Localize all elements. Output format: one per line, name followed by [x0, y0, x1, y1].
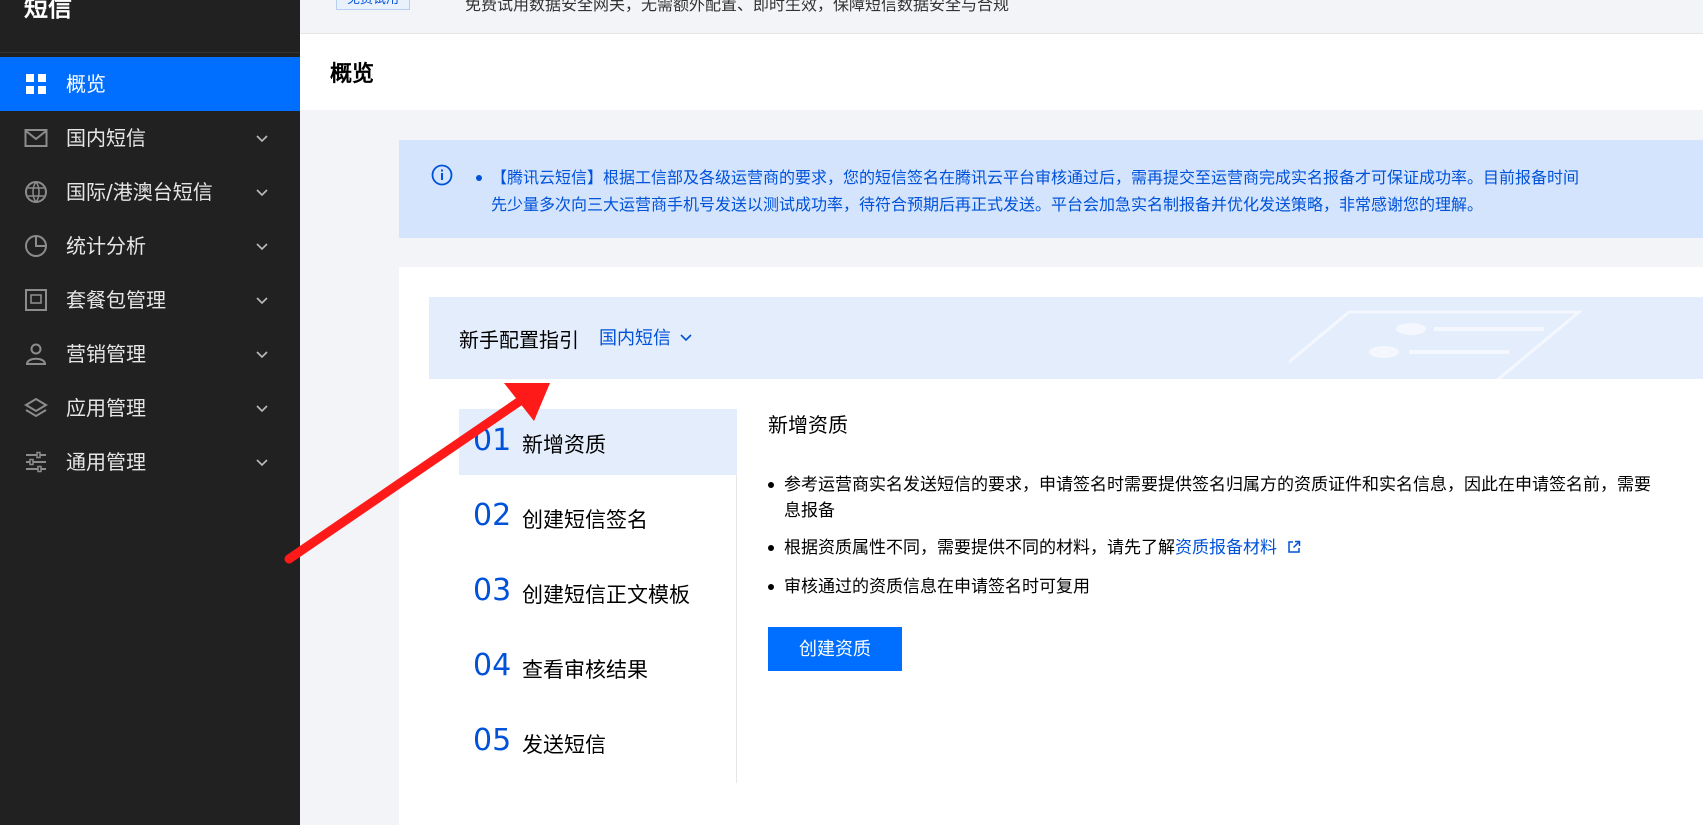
step-item[interactable]: 01 新增资质: [459, 409, 737, 475]
sidebar-item-apps[interactable]: 应用管理: [0, 381, 300, 435]
detail-bullet-continuation: 息报备: [784, 501, 835, 521]
chevron-down-icon: [256, 405, 268, 413]
package-icon: [24, 288, 48, 312]
detail-text: 参考运营商实名发送短信的要求，申请签名时需要提供签名归属方的资质证件和实名信息，…: [784, 475, 1651, 495]
sidebar-title: 短信: [24, 0, 72, 22]
sidebar-item-label: 应用管理: [66, 396, 146, 420]
sidebar-item-label: 国内短信: [66, 126, 146, 150]
top-notice: 免费试用 免费试用数据安全网关，无需额外配置、即时生效，保障短信数据安全与合规: [300, 0, 1703, 34]
sidebar-item-label: 套餐包管理: [66, 288, 166, 312]
chevron-down-icon: [256, 243, 268, 251]
bullet-dot: [476, 175, 482, 181]
info-alert: 【腾讯云短信】根据工信部及各级运营商的要求，您的短信签名在腾讯云平台审核通过后，…: [399, 140, 1703, 238]
detail-text: 根据资质属性不同，需要提供不同的材料，请先了解: [784, 538, 1175, 558]
sidebar-item-label: 统计分析: [66, 234, 146, 258]
info-icon: [431, 164, 453, 186]
page-header: 概览: [300, 34, 1703, 110]
sms-type-select-value: 国内短信: [599, 328, 671, 349]
guide-title: 新手配置指引: [459, 328, 579, 352]
sidebar-item-overview[interactable]: 概览: [0, 57, 300, 111]
sidebar-item-label: 国际/港澳台短信: [66, 180, 213, 204]
step-label: 创建短信签名: [522, 508, 648, 532]
step-number: 01: [473, 423, 512, 458]
layers-icon: [24, 396, 48, 420]
step-item[interactable]: 04 查看审核结果: [459, 634, 737, 700]
sidebar-item-marketing[interactable]: 营销管理: [0, 327, 300, 381]
chevron-down-icon: [256, 459, 268, 467]
step-label: 发送短信: [522, 733, 606, 757]
detail-bullet: 参考运营商实名发送短信的要求，申请签名时需要提供签名归属方的资质证件和实名信息，…: [768, 470, 1651, 495]
chevron-down-icon: [256, 189, 268, 197]
alert-text-line-2: 先少量多次向三大运营商手机号发送以测试成功率，待符合预期后再正式发送。平台会加急…: [491, 195, 1484, 214]
mail-icon: [24, 126, 48, 150]
step-detail-title: 新增资质: [768, 413, 848, 437]
qualification-materials-link[interactable]: 资质报备材料: [1175, 538, 1277, 558]
step-number: 05: [473, 723, 512, 758]
bullet-dot: [768, 545, 774, 551]
detail-bullet: 根据资质属性不同，需要提供不同的材料，请先了解资质报备材料: [768, 533, 1301, 558]
step-label: 新增资质: [522, 433, 606, 457]
sliders-icon: [24, 450, 48, 474]
external-link-icon[interactable]: [1287, 540, 1301, 554]
step-number: 04: [473, 648, 512, 683]
sidebar-item-label: 通用管理: [66, 450, 146, 474]
step-item[interactable]: 03 创建短信正文模板: [459, 559, 737, 625]
bullet-dot: [768, 584, 774, 590]
alert-text-line-1: 【腾讯云短信】根据工信部及各级运营商的要求，您的短信签名在腾讯云平台审核通过后，…: [491, 168, 1580, 187]
step-number: 02: [473, 498, 512, 533]
notice-badge: 免费试用: [336, 0, 411, 10]
sidebar-item-label: 营销管理: [66, 342, 146, 366]
sidebar-item-label: 概览: [66, 72, 106, 96]
chevron-down-icon: [256, 297, 268, 305]
page-title: 概览: [330, 62, 375, 87]
sms-type-select[interactable]: 国内短信: [599, 324, 693, 350]
step-item[interactable]: 05 发送短信: [459, 709, 737, 775]
sidebar-item-general[interactable]: 通用管理: [0, 435, 300, 489]
guide-banner: 新手配置指引 国内短信: [429, 297, 1703, 379]
user-icon: [24, 342, 48, 366]
detail-text: 审核通过的资质信息在申请签名时可复用: [784, 577, 1090, 597]
sidebar-item-package[interactable]: 套餐包管理: [0, 273, 300, 327]
detail-bullet: 审核通过的资质信息在申请签名时可复用: [768, 572, 1090, 597]
create-qualification-button[interactable]: 创建资质: [768, 627, 902, 671]
sidebar-item-statistics[interactable]: 统计分析: [0, 219, 300, 273]
chevron-down-icon: [256, 351, 268, 359]
guide-card: 新手配置指引 国内短信 01 新增资质 02 创建短信签名 03 创建短信正文模…: [399, 267, 1703, 825]
grid-icon: [24, 72, 48, 96]
sidebar-divider: [0, 52, 300, 53]
chevron-down-icon: [680, 334, 692, 342]
pie-chart-icon: [24, 234, 48, 258]
banner-illustration: [1289, 310, 1584, 379]
globe-icon: [24, 180, 48, 204]
guide-steps: 01 新增资质 02 创建短信签名 03 创建短信正文模板 04 查看审核结果 …: [459, 409, 737, 783]
step-label: 创建短信正文模板: [522, 583, 690, 607]
step-item[interactable]: 02 创建短信签名: [459, 484, 737, 550]
step-label: 查看审核结果: [522, 658, 648, 682]
sidebar: 短信 概览 国内短信 国际/港澳台短信 统计分析 套餐包管理 营销管理 应用管理…: [0, 0, 300, 825]
bullet-dot: [768, 482, 774, 488]
chevron-down-icon: [256, 135, 268, 143]
notice-text: 免费试用数据安全网关，无需额外配置、即时生效，保障短信数据安全与合规: [465, 0, 1010, 14]
sidebar-item-domestic-sms[interactable]: 国内短信: [0, 111, 300, 165]
step-number: 03: [473, 573, 512, 608]
sidebar-item-international-sms[interactable]: 国际/港澳台短信: [0, 165, 300, 219]
